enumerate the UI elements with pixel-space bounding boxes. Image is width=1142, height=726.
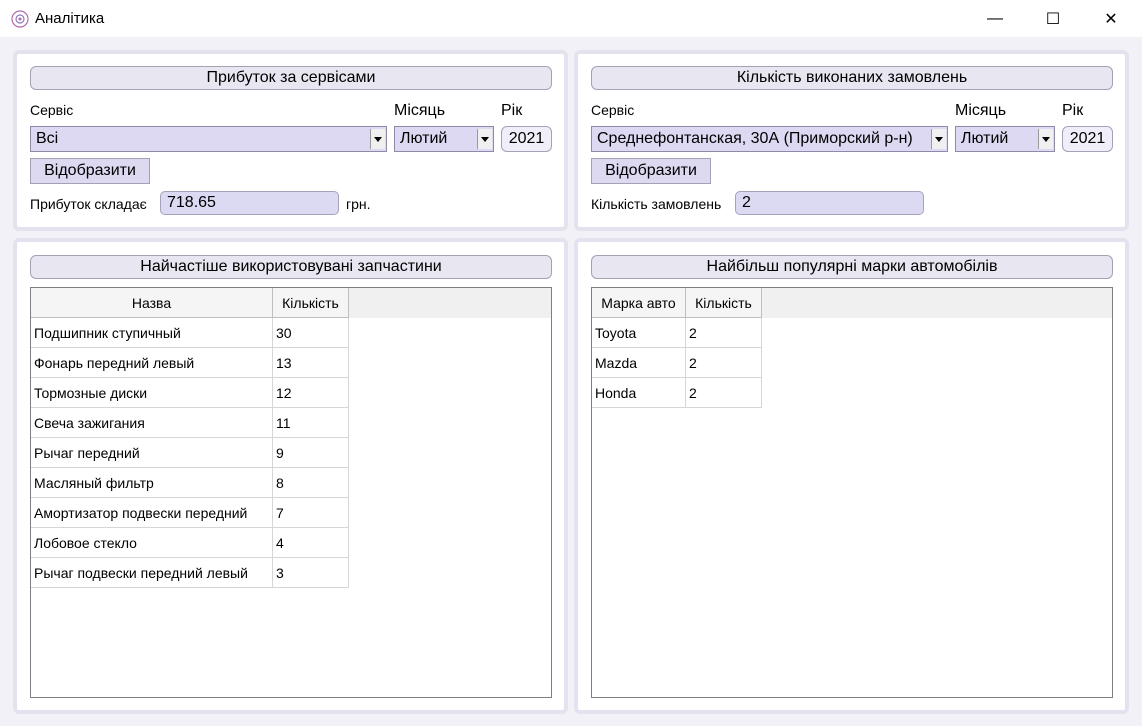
- table-cell-count[interactable]: 11: [272, 407, 349, 438]
- chevron-down-icon[interactable]: [1038, 129, 1053, 149]
- maximize-button[interactable]: ☐: [1030, 0, 1076, 37]
- table-cell-name[interactable]: Рычаг подвески передний левый: [31, 557, 273, 588]
- column-header-brand[interactable]: Марка авто: [592, 288, 686, 318]
- table-cell-count[interactable]: 7: [272, 497, 349, 528]
- table-row[interactable]: Toyota 2: [592, 317, 762, 348]
- chevron-down-icon[interactable]: [477, 129, 492, 149]
- column-header-count[interactable]: Кількість: [685, 288, 762, 318]
- parts-table[interactable]: Назва Кількість Подшипник ступичный 30 Фон…: [30, 287, 552, 698]
- table-cell-name[interactable]: Honda: [592, 377, 686, 408]
- table-cell-count[interactable]: 4: [272, 527, 349, 558]
- table-cell-count[interactable]: 9: [272, 437, 349, 468]
- profit-year-label: Рік: [501, 102, 523, 119]
- table-cell-count[interactable]: 8: [272, 467, 349, 498]
- table-cell-name[interactable]: Свеча зажигания: [31, 407, 273, 438]
- table-cell-count[interactable]: 13: [272, 347, 349, 378]
- table-cell-count[interactable]: 3: [272, 557, 349, 588]
- table-cell-name[interactable]: Фонарь передний левый: [31, 347, 273, 378]
- title-bar: Аналітика — ☐ ✕: [0, 0, 1142, 37]
- profit-result-label: Прибуток складає: [30, 196, 147, 212]
- brands-panel: Найбільш популярні марки автомобілів Мар…: [574, 238, 1129, 714]
- profit-service-label: Сервіс: [30, 102, 74, 118]
- profit-month-label: Місяць: [394, 102, 446, 119]
- brands-panel-header: Найбільш популярні марки автомобілів: [591, 255, 1113, 279]
- table-row[interactable]: Фонарь передний левый 13: [31, 347, 349, 378]
- table-cell-name[interactable]: Тормозные диски: [31, 377, 273, 408]
- table-cell-name[interactable]: Амортизатор подвески передний: [31, 497, 273, 528]
- orders-month-value: Лютий: [961, 130, 1009, 147]
- table-cell-count[interactable]: 2: [685, 377, 762, 408]
- brands-table[interactable]: Марка авто Кількість Toyota 2 Mazda 2 Honda 2: [591, 287, 1113, 698]
- profit-show-button[interactable]: Відобразити: [30, 158, 150, 184]
- table-cell-count[interactable]: 30: [272, 317, 349, 348]
- table-cell-name[interactable]: Рычаг передний: [31, 437, 273, 468]
- orders-show-button[interactable]: Відобразити: [591, 158, 711, 184]
- profit-year-field[interactable]: 2021: [501, 126, 552, 152]
- column-header-name[interactable]: Назва: [31, 288, 273, 318]
- chevron-down-icon[interactable]: [370, 129, 385, 149]
- maximize-icon: ☐: [1045, 10, 1061, 28]
- table-row[interactable]: Рычаг подвески передний левый 3: [31, 557, 349, 588]
- orders-month-select[interactable]: Лютий: [955, 126, 1055, 152]
- table-row[interactable]: Свеча зажигания 11: [31, 407, 349, 438]
- table-row[interactable]: Лобовое стекло 4: [31, 527, 349, 558]
- client-area: Прибуток за сервісами Сервіс Місяць Рік …: [0, 37, 1142, 726]
- orders-month-label: Місяць: [955, 102, 1007, 119]
- orders-service-value: Среднефонтанская, 30А (Приморский р-н): [597, 130, 913, 147]
- table-cell-name[interactable]: Mazda: [592, 347, 686, 378]
- parts-panel-header: Найчастіше використовувані запчастини: [30, 255, 552, 279]
- orders-panel: Кількість виконаних замовлень Сервіс Міс…: [574, 50, 1129, 231]
- orders-year-field[interactable]: 2021: [1062, 126, 1113, 152]
- orders-result-field[interactable]: 2: [735, 191, 924, 215]
- orders-year-label: Рік: [1062, 102, 1084, 119]
- profit-panel-header: Прибуток за сервісами: [30, 66, 552, 90]
- close-icon: ✕: [1104, 10, 1118, 28]
- profit-service-select[interactable]: Всі: [30, 126, 387, 152]
- table-cell-name[interactable]: Лобовое стекло: [31, 527, 273, 558]
- table-cell-name[interactable]: Toyota: [592, 317, 686, 348]
- parts-panel: Найчастіше використовувані запчастини На…: [13, 238, 568, 714]
- column-header-count[interactable]: Кількість: [272, 288, 349, 318]
- orders-panel-header: Кількість виконаних замовлень: [591, 66, 1113, 90]
- profit-result-field[interactable]: 718.65: [160, 191, 339, 215]
- brands-grid: Марка авто Кількість Toyota 2 Mazda 2 Honda 2: [592, 288, 762, 408]
- window-title: Аналітика: [35, 10, 105, 27]
- table-row[interactable]: Рычаг передний 9: [31, 437, 349, 468]
- minimize-icon: —: [987, 9, 1003, 27]
- table-cell-count[interactable]: 2: [685, 347, 762, 378]
- minimize-button[interactable]: —: [972, 0, 1018, 37]
- orders-result-label: Кількість замовлень: [591, 196, 722, 212]
- table-row[interactable]: Тормозные диски 12: [31, 377, 349, 408]
- table-cell-name[interactable]: Масляный фильтр: [31, 467, 273, 498]
- orders-service-label: Сервіс: [591, 102, 635, 118]
- profit-service-value: Всі: [36, 130, 59, 147]
- chevron-down-icon[interactable]: [931, 129, 946, 149]
- profit-month-value: Лютий: [400, 130, 448, 147]
- table-cell-count[interactable]: 12: [272, 377, 349, 408]
- table-row[interactable]: Амортизатор подвески передний 7: [31, 497, 349, 528]
- table-row[interactable]: Honda 2: [592, 377, 762, 408]
- table-row[interactable]: Подшипник ступичный 30: [31, 317, 349, 348]
- close-button[interactable]: ✕: [1088, 0, 1134, 37]
- profit-month-select[interactable]: Лютий: [394, 126, 494, 152]
- table-cell-count[interactable]: 2: [685, 317, 762, 348]
- orders-service-select[interactable]: Среднефонтанская, 30А (Приморский р-н): [591, 126, 948, 152]
- profit-unit-label: грн.: [346, 196, 371, 212]
- table-cell-name[interactable]: Подшипник ступичный: [31, 317, 273, 348]
- table-row[interactable]: Масляный фильтр 8: [31, 467, 349, 498]
- profit-panel: Прибуток за сервісами Сервіс Місяць Рік …: [13, 50, 568, 231]
- parts-grid: Назва Кількість Подшипник ступичный 30 Фон…: [31, 288, 349, 588]
- table-row[interactable]: Mazda 2: [592, 347, 762, 378]
- app-icon: [11, 10, 29, 28]
